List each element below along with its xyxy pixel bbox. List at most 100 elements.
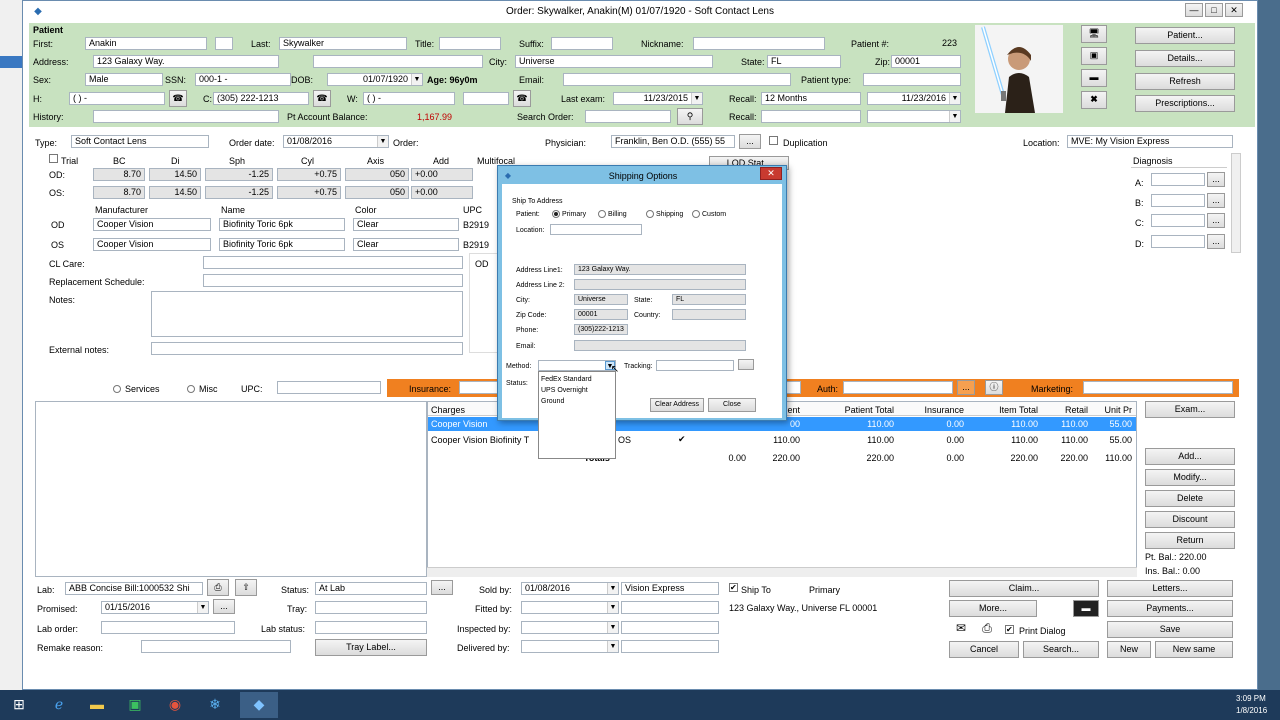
state-input[interactable]: FL (767, 55, 841, 68)
prescriptions-button[interactable]: Prescriptions... (1135, 95, 1235, 112)
tracking-button[interactable] (738, 359, 754, 370)
diagnosis-scrollbar[interactable] (1231, 153, 1241, 253)
od-manufacturer-input[interactable]: Cooper Vision (93, 218, 211, 231)
services-list[interactable] (35, 401, 427, 577)
type-input[interactable]: Soft Contact Lens (71, 135, 209, 148)
order-date-input[interactable]: 01/08/2016 ▼ (283, 135, 389, 148)
patient-type-input[interactable] (863, 73, 961, 86)
recall2-input[interactable] (761, 110, 861, 123)
return-button[interactable]: Return (1145, 532, 1235, 549)
tray-input[interactable] (315, 601, 427, 614)
upc-input[interactable] (277, 381, 381, 394)
delivered-by-dropdown[interactable]: ▼ (607, 641, 618, 652)
billing-radio[interactable] (598, 210, 606, 218)
modify-button[interactable]: Modify... (1145, 469, 1235, 486)
sold-by-input[interactable]: 01/08/2016 ▼ (521, 582, 619, 595)
dob-dropdown[interactable]: ▼ (411, 74, 422, 85)
os-sph[interactable]: -1.25 (205, 186, 273, 199)
new-same-button[interactable]: New same (1155, 641, 1233, 658)
os-di[interactable]: 14.50 (149, 186, 201, 199)
address-line1-input[interactable]: 123 Galaxy Way. (574, 264, 746, 275)
custom-radio[interactable] (692, 210, 700, 218)
dialog-state-input[interactable]: FL (672, 294, 746, 305)
inspected-by-input[interactable]: ▼ (521, 621, 619, 634)
last-name-input[interactable]: Skywalker (279, 37, 407, 50)
fitted-by-location[interactable] (621, 601, 719, 614)
snowflake-icon[interactable]: ❄ (206, 697, 224, 711)
sold-by-dropdown[interactable]: ▼ (607, 583, 618, 594)
vision-app-icon[interactable]: ◆ (250, 697, 268, 711)
dob-input[interactable]: 01/07/1920 ▼ (327, 73, 423, 86)
od-sph[interactable]: -1.25 (205, 168, 273, 181)
computer-icon-button[interactable]: 🖥 (1081, 25, 1107, 43)
folder-icon[interactable]: ▬ (88, 697, 106, 711)
payments-button[interactable]: Payments... (1107, 600, 1233, 617)
save-button[interactable]: Save (1107, 621, 1233, 638)
fitted-by-input[interactable]: ▼ (521, 601, 619, 614)
chrome-icon[interactable]: ◉ (166, 697, 184, 711)
od-di[interactable]: 14.50 (149, 168, 201, 181)
work-phone-input[interactable]: ( ) - (363, 92, 455, 105)
diagnosis-a-input[interactable] (1151, 173, 1205, 186)
status-lookup-button[interactable]: ... (431, 580, 453, 595)
delivered-by-location[interactable] (621, 640, 719, 653)
sex-select[interactable]: Male (85, 73, 163, 86)
camera-icon-button[interactable]: ▣ (1081, 47, 1107, 65)
clear-address-button[interactable]: Clear Address (650, 398, 704, 412)
external-notes-input[interactable] (151, 342, 463, 355)
add-button[interactable]: Add... (1145, 448, 1235, 465)
lab-input[interactable]: ABB Concise Bill:1000532 Shi (65, 582, 203, 595)
status-input[interactable]: At Lab (315, 582, 427, 595)
od-cyl[interactable]: +0.75 (277, 168, 341, 181)
diagnosis-a-button[interactable]: ... (1207, 172, 1225, 187)
work-ext-input[interactable] (463, 92, 509, 105)
od-color-input[interactable]: Clear (353, 218, 459, 231)
nickname-input[interactable] (693, 37, 825, 50)
close-window-button[interactable]: ✕ (1225, 3, 1243, 17)
email-input[interactable] (563, 73, 791, 86)
address-input[interactable]: 123 Galaxy Way. (93, 55, 279, 68)
promised-input[interactable]: 01/15/2016 ▼ (101, 601, 209, 614)
auth-input[interactable] (843, 381, 953, 394)
dialog-zip-input[interactable]: 00001 (574, 309, 628, 320)
od-axis[interactable]: 050 (345, 168, 409, 181)
primary-radio[interactable] (552, 210, 560, 218)
insurance-input[interactable] (459, 381, 501, 394)
recall-date-input[interactable]: 11/23/2016 ▼ (867, 92, 961, 105)
grid-splitter[interactable] (427, 567, 1137, 577)
details-button[interactable]: Details... (1135, 50, 1235, 67)
inspected-by-location[interactable] (621, 621, 719, 634)
minimize-button[interactable]: — (1185, 3, 1203, 17)
email-icon[interactable]: ✉ (951, 622, 971, 634)
new-button[interactable]: New (1107, 641, 1151, 658)
od-name-input[interactable]: Biofinity Toric 6pk (219, 218, 345, 231)
cell-phone-button[interactable]: ☎ (313, 90, 331, 107)
patient-button[interactable]: Patient... (1135, 27, 1235, 44)
cl-care-input[interactable] (203, 256, 463, 269)
last-exam-input[interactable]: 11/23/2015 ▼ (613, 92, 703, 105)
dialog-close-button[interactable]: Close (708, 398, 756, 412)
printer-icon[interactable]: ⎙ (977, 622, 997, 634)
dialog-country-input[interactable] (672, 309, 746, 320)
promised-lookup-button[interactable]: ... (213, 599, 235, 614)
search-button[interactable]: Search... (1023, 641, 1099, 658)
auth-info-button[interactable]: ⓘ (985, 380, 1003, 395)
ssn-input[interactable]: 000-1 - (195, 73, 291, 86)
home-phone-input[interactable]: ( ) - (69, 92, 165, 105)
letters-button[interactable]: Letters... (1107, 580, 1233, 597)
sold-by-location[interactable]: Vision Express (621, 582, 719, 595)
od-add[interactable]: +0.00 (411, 168, 473, 181)
lab-order-input[interactable] (101, 621, 235, 634)
discount-button[interactable]: Discount (1145, 511, 1235, 528)
physician-lookup-button[interactable]: ... (739, 134, 761, 149)
location-input[interactable]: MVE: My Vision Express (1067, 135, 1233, 148)
address-line2-input[interactable] (574, 279, 746, 290)
first-name-input[interactable]: Anakin (85, 37, 207, 50)
exam-button[interactable]: Exam... (1145, 401, 1235, 418)
last-exam-dropdown[interactable]: ▼ (691, 93, 702, 104)
home-phone-button[interactable]: ☎ (169, 90, 187, 107)
os-axis[interactable]: 050 (345, 186, 409, 199)
dialog-phone-input[interactable]: (305)222-1213 (574, 324, 628, 335)
app-icon[interactable]: ▣ (126, 697, 144, 711)
diagnosis-d-button[interactable]: ... (1207, 234, 1225, 249)
